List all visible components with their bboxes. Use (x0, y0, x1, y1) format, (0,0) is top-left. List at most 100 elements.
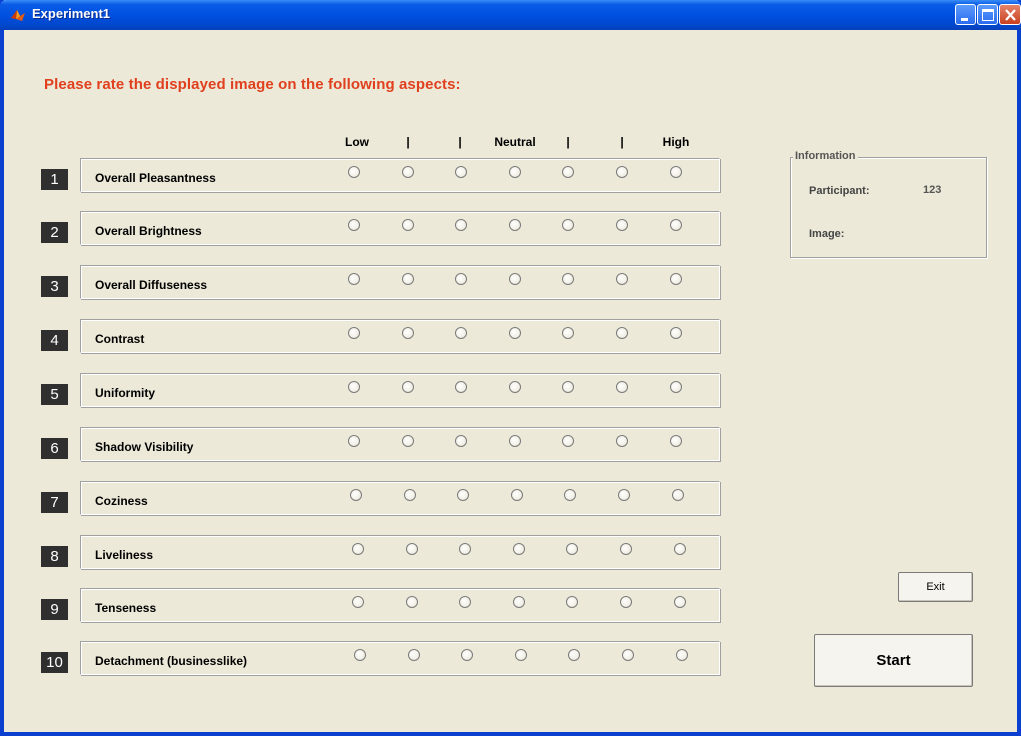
item-label: Contrast (95, 332, 145, 346)
image-label: Image: (809, 228, 845, 240)
rating-radio-2[interactable] (406, 543, 418, 555)
rating-radio-2[interactable] (402, 435, 414, 447)
exit-button[interactable]: Exit (898, 572, 973, 602)
rating-radio-5[interactable] (562, 219, 574, 231)
rating-radio-4[interactable] (513, 596, 525, 608)
rating-radio-4[interactable] (513, 543, 525, 555)
rating-radio-5[interactable] (562, 435, 574, 447)
rating-radio-2[interactable] (402, 327, 414, 339)
rating-radio-3[interactable] (455, 166, 467, 178)
rating-radio-6[interactable] (620, 596, 632, 608)
rating-radio-6[interactable] (616, 327, 628, 339)
matlab-icon[interactable] (10, 7, 26, 23)
rating-radio-5[interactable] (566, 596, 578, 608)
item-label: Liveliness (95, 548, 154, 562)
rating-radio-7[interactable] (670, 273, 682, 285)
rating-radio-7[interactable] (676, 649, 688, 661)
rating-radio-2[interactable] (402, 273, 414, 285)
participant-value: 123 (923, 184, 942, 196)
information-title: Information (793, 150, 858, 162)
item-number-badge: 2 (41, 222, 68, 243)
rating-row-panel: Tenseness (80, 588, 720, 622)
rating-radio-1[interactable] (348, 327, 360, 339)
rating-row-panel: Shadow Visibility (80, 427, 720, 461)
rating-radio-1[interactable] (348, 381, 360, 393)
rating-radio-1[interactable] (354, 649, 366, 661)
rating-radio-2[interactable] (402, 219, 414, 231)
maximize-icon (982, 9, 994, 21)
close-button[interactable] (999, 4, 1021, 25)
rating-radio-1[interactable] (348, 166, 360, 178)
rating-radio-4[interactable] (509, 166, 521, 178)
rating-radio-6[interactable] (622, 649, 634, 661)
rating-radio-2[interactable] (406, 596, 418, 608)
scale-label-high: High (662, 135, 690, 149)
rating-radio-4[interactable] (509, 273, 521, 285)
rating-radio-6[interactable] (616, 435, 628, 447)
rating-radio-3[interactable] (455, 381, 467, 393)
rating-row-panel: Overall Pleasantness (80, 158, 720, 192)
rating-radio-4[interactable] (511, 489, 523, 501)
scale-label-tick: | (406, 135, 410, 149)
rating-radio-5[interactable] (568, 649, 580, 661)
rating-radio-4[interactable] (509, 219, 521, 231)
rating-radio-5[interactable] (566, 543, 578, 555)
rating-radio-3[interactable] (455, 435, 467, 447)
rating-radio-1[interactable] (352, 543, 364, 555)
rating-radio-1[interactable] (352, 596, 364, 608)
rating-radio-7[interactable] (672, 489, 684, 501)
rating-row-panel: Contrast (80, 319, 720, 353)
rating-radio-7[interactable] (670, 381, 682, 393)
rating-radio-2[interactable] (402, 381, 414, 393)
rating-radio-1[interactable] (348, 273, 360, 285)
close-icon (1005, 9, 1016, 21)
item-number-badge: 6 (41, 438, 68, 459)
rating-radio-3[interactable] (455, 327, 467, 339)
rating-radio-5[interactable] (562, 166, 574, 178)
rating-radio-7[interactable] (670, 435, 682, 447)
scale-label-neutral: Neutral (494, 135, 536, 149)
rating-radio-6[interactable] (616, 166, 628, 178)
rating-radio-2[interactable] (404, 489, 416, 501)
rating-row-panel: Overall Brightness (80, 211, 720, 245)
scale-label-tick: | (566, 135, 570, 149)
rating-radio-3[interactable] (455, 273, 467, 285)
item-number-badge: 4 (41, 330, 68, 351)
rating-radio-5[interactable] (562, 273, 574, 285)
item-label: Tenseness (95, 601, 157, 615)
rating-radio-1[interactable] (348, 219, 360, 231)
rating-radio-4[interactable] (509, 435, 521, 447)
rating-radio-5[interactable] (564, 489, 576, 501)
rating-radio-3[interactable] (457, 489, 469, 501)
rating-radio-4[interactable] (515, 649, 527, 661)
rating-radio-7[interactable] (670, 327, 682, 339)
rating-radio-3[interactable] (459, 543, 471, 555)
rating-radio-3[interactable] (459, 596, 471, 608)
start-button[interactable]: Start (814, 634, 973, 687)
rating-radio-7[interactable] (670, 166, 682, 178)
rating-radio-4[interactable] (509, 327, 521, 339)
rating-radio-6[interactable] (618, 489, 630, 501)
rating-radio-6[interactable] (616, 273, 628, 285)
rating-radio-2[interactable] (402, 166, 414, 178)
rating-radio-3[interactable] (461, 649, 473, 661)
rating-radio-1[interactable] (350, 489, 362, 501)
maximize-button[interactable] (977, 4, 998, 25)
rating-radio-4[interactable] (509, 381, 521, 393)
rating-radio-7[interactable] (670, 219, 682, 231)
rating-radio-5[interactable] (562, 381, 574, 393)
rating-radio-6[interactable] (620, 543, 632, 555)
rating-radio-6[interactable] (616, 219, 628, 231)
rating-radio-6[interactable] (616, 381, 628, 393)
title-bar[interactable]: Experiment1 (0, 0, 1021, 30)
rating-radio-7[interactable] (674, 543, 686, 555)
rating-radio-2[interactable] (408, 649, 420, 661)
rating-radio-1[interactable] (348, 435, 360, 447)
participant-label: Participant: (809, 185, 870, 197)
rating-radio-7[interactable] (674, 596, 686, 608)
rating-radio-5[interactable] (562, 327, 574, 339)
item-number-badge: 10 (41, 652, 68, 673)
scale-label-tick: | (458, 135, 462, 149)
minimize-button[interactable] (955, 4, 976, 25)
rating-radio-3[interactable] (455, 219, 467, 231)
